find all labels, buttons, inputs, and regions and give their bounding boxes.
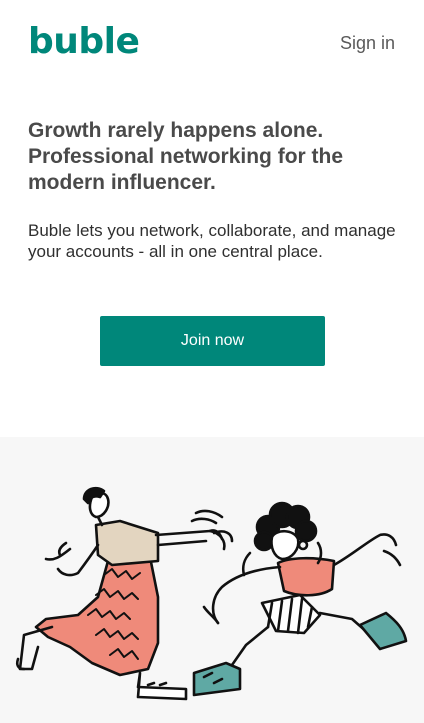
landing-page: buble Sign in Growth rarely happens alon… <box>0 0 424 723</box>
hero-illustration <box>0 437 424 723</box>
sign-in-link[interactable]: Sign in <box>340 32 395 54</box>
running-people-illustration <box>15 486 408 701</box>
hero-description: Buble lets you network, collaborate, and… <box>28 221 396 261</box>
brand-logo[interactable]: buble <box>28 22 140 62</box>
site-header: buble Sign in <box>0 0 424 90</box>
left-runner-figure <box>15 486 234 701</box>
join-now-button[interactable]: Join now <box>100 316 325 366</box>
hero-headline: Growth rarely happens alone. Professiona… <box>28 119 344 194</box>
